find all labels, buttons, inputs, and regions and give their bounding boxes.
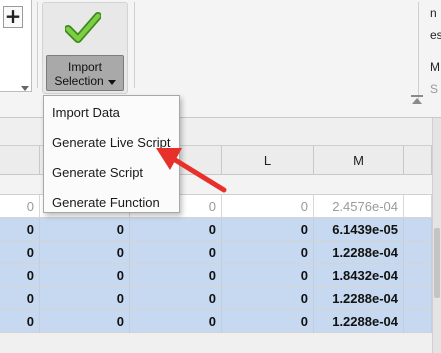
table-cell[interactable]: 0 <box>40 218 130 241</box>
vertical-scrollbar[interactable] <box>432 118 441 353</box>
table-cell[interactable]: 1.2288e-04 <box>314 310 404 333</box>
table-row[interactable]: 0 0 0 0 1.2288e-04 <box>0 241 432 264</box>
table-cell[interactable]: 6.1439e-05 <box>314 218 404 241</box>
table-cell[interactable]: 2.4576e-04 <box>314 195 404 218</box>
table-row[interactable]: 0 0 0 0 1.2288e-04 <box>0 310 432 333</box>
ribbon-right-text: es <box>430 28 441 42</box>
table-cell[interactable]: 0 <box>40 241 130 264</box>
collapse-toolstrip-icon[interactable] <box>410 95 424 105</box>
table-cell[interactable]: 0 <box>222 195 314 218</box>
table-cell[interactable]: 0 <box>222 241 314 264</box>
table-cell[interactable]: 0 <box>0 287 40 310</box>
table-cell[interactable]: 1.2288e-04 <box>314 241 404 264</box>
import-group: Import Selection <box>42 2 128 94</box>
table-cell[interactable]: 0 <box>222 287 314 310</box>
ribbon-divider <box>37 2 38 88</box>
table-cell[interactable]: 0 <box>130 310 222 333</box>
table-cell[interactable] <box>404 264 432 287</box>
annotation-arrow-icon <box>156 148 227 193</box>
table-cell[interactable] <box>404 195 432 218</box>
column-header-l[interactable]: L <box>222 146 314 175</box>
table-cell[interactable]: 1.8432e-04 <box>314 264 404 287</box>
table-cell[interactable] <box>404 310 432 333</box>
table-cell[interactable]: 0 <box>40 287 130 310</box>
table-cell[interactable]: 0 <box>40 264 130 287</box>
table-cell[interactable]: 0 <box>0 241 40 264</box>
table-cell[interactable]: 0 <box>0 264 40 287</box>
table-cell[interactable]: 0 <box>130 287 222 310</box>
ribbon-right-text: n <box>430 6 437 20</box>
expand-down-icon[interactable] <box>21 86 29 91</box>
scrollbar-thumb[interactable] <box>434 228 440 298</box>
table-cell[interactable] <box>404 287 432 310</box>
table-row[interactable]: 0 0 0 0 1.2288e-04 <box>0 287 432 310</box>
table-cell[interactable]: 0 <box>40 310 130 333</box>
column-header[interactable] <box>0 146 40 175</box>
table-cell[interactable]: 0 <box>0 310 40 333</box>
table-cell[interactable]: 0 <box>0 218 40 241</box>
table-row[interactable]: 0 0 0 0 6.1439e-05 <box>0 218 432 241</box>
table-cell[interactable]: 0 <box>0 195 40 218</box>
add-button[interactable]: + <box>3 6 23 28</box>
menu-item-import-data[interactable]: Import Data <box>44 98 179 128</box>
table-cell[interactable]: 0 <box>222 310 314 333</box>
ribbon-right-text: S <box>430 82 439 96</box>
import-button-line2: Selection <box>54 74 104 88</box>
ribbon-right-text: M <box>430 60 440 74</box>
table-cell[interactable]: 0 <box>130 218 222 241</box>
table-cell[interactable]: 0 <box>222 218 314 241</box>
ribbon-divider <box>134 2 135 88</box>
import-button-line1: Import <box>67 60 102 74</box>
variable-pane: + <box>0 0 32 92</box>
ribbon-divider <box>418 2 419 102</box>
table-cell[interactable]: 0 <box>130 241 222 264</box>
table-cell[interactable] <box>404 241 432 264</box>
table-cell[interactable]: 0 <box>222 264 314 287</box>
table-cell[interactable]: 1.2288e-04 <box>314 287 404 310</box>
column-header[interactable] <box>404 146 432 175</box>
table-cell[interactable]: 0 <box>130 264 222 287</box>
table-cell[interactable] <box>404 218 432 241</box>
chevron-down-icon <box>107 79 116 85</box>
column-header-m[interactable]: M <box>314 146 404 175</box>
import-selection-button[interactable]: Import Selection <box>46 55 124 91</box>
table-row[interactable]: 0 0 0 0 1.8432e-04 <box>0 264 432 287</box>
checkmark-icon <box>65 12 101 43</box>
